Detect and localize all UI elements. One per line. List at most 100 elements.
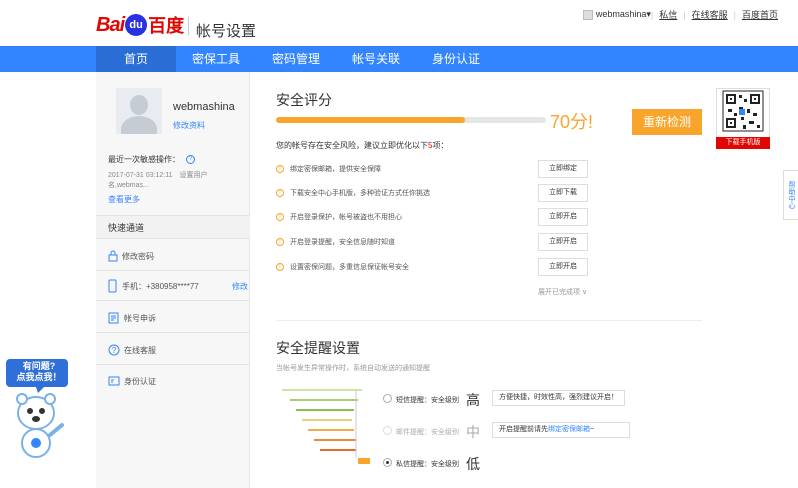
link-online-service[interactable]: 在线客服	[692, 8, 728, 21]
phone-icon	[108, 279, 117, 293]
quick-item-label: 身份认证	[124, 376, 156, 386]
risk-item: ! 设置密保问题，多重信息保证帐号安全	[276, 258, 409, 276]
message-alert-radio[interactable]	[383, 458, 392, 467]
mascot-bubble-line1: 有问题?	[22, 361, 56, 371]
message-alert-label: 私信提醒：安全级别	[396, 461, 459, 468]
sms-tip: 方便快捷，时效性高，强烈建议开启！	[492, 390, 625, 406]
tab-account-link[interactable]: 帐号关联	[336, 46, 416, 72]
help-icon[interactable]: ?	[186, 155, 195, 165]
last-op-heading: 最近一次敏感操作：?	[108, 154, 195, 165]
set-security-question-button[interactable]: 立即开启	[538, 258, 588, 276]
edit-profile-link[interactable]: 修改资料	[173, 120, 205, 131]
sms-alert-radio[interactable]	[383, 394, 392, 403]
email-tip: 开启提醒前请先绑定密保邮箱~	[492, 422, 630, 438]
risk-item: ! 开启登录保护，帐号被盗也不用担心	[276, 208, 402, 226]
alert-settings-title: 安全提醒设置	[276, 340, 360, 356]
download-app-qr-button[interactable]: 下载手机版	[716, 137, 770, 149]
tab-security-tools[interactable]: 密保工具	[176, 46, 256, 72]
link-messages[interactable]: 私信	[659, 8, 677, 21]
sidebar: webmashina 修改资料 最近一次敏感操作：? 2017-07-31 03…	[96, 72, 250, 488]
avatar-head-shape	[130, 95, 148, 115]
warning-icon: !	[276, 213, 284, 221]
security-progress-bar	[276, 117, 546, 123]
logo-paw-icon: du	[125, 14, 148, 36]
link-separator: |	[650, 9, 654, 20]
quick-item-label: 手机：+380958****77	[122, 281, 199, 291]
username-dropdown[interactable]: webmashina▾	[596, 9, 651, 20]
quick-item-appeal[interactable]: 帐号申诉	[108, 310, 156, 326]
recheck-button[interactable]: 重新检测	[632, 109, 702, 135]
baidu-logo[interactable]: Bai du 百度	[96, 12, 184, 38]
page-title: 帐号设置	[196, 23, 257, 40]
enable-login-protect-button[interactable]: 立即开启	[538, 208, 588, 226]
main-nav: 首页 密保工具 密码管理 帐号关联 身份认证	[0, 46, 798, 72]
view-more-link[interactable]: 查看更多	[108, 194, 140, 205]
security-score-value: 70分!	[550, 112, 594, 132]
change-phone-link[interactable]: 修改	[232, 281, 248, 292]
email-alert-radio[interactable]	[383, 426, 392, 435]
quick-item-phone: 手机：+380958****77 修改	[108, 278, 248, 294]
alert-level-graphic	[282, 389, 370, 464]
bind-email-link[interactable]: 绑定密保邮箱	[548, 426, 590, 433]
sidebar-username: webmashina	[173, 101, 235, 113]
quick-item-identity[interactable]: 身份认证	[108, 373, 156, 389]
risk-hint: 您的帐号存在安全风险，建议立即优化以下5项：	[276, 140, 448, 151]
risk-item: ! 开启登录提醒，安全信息随时知道	[276, 233, 395, 251]
risk-hint-suffix: 项：	[432, 141, 449, 150]
warning-icon: !	[276, 238, 284, 246]
risk-text: 设置密保问题，多重信息保证帐号安全	[290, 264, 409, 271]
tab-identity[interactable]: 身份认证	[416, 46, 496, 72]
last-op-value: 2017-07-31 03:12:11 设置用户名,webmas...	[108, 172, 208, 189]
risk-item: ! 绑定密保邮箱，提供安全保障	[276, 160, 381, 178]
bind-email-button[interactable]: 立即绑定	[538, 160, 588, 178]
risk-item: ! 下载安全中心手机版，多种验证方式任你挑选	[276, 184, 430, 202]
security-progress-fill	[276, 117, 465, 123]
link-separator: |	[733, 9, 736, 20]
sms-alert-label: 短信提醒：安全级别	[396, 397, 459, 404]
logo-bai-text: Bai	[96, 13, 125, 36]
lock-icon	[108, 250, 118, 262]
avatar-body-shape	[121, 116, 157, 134]
download-app-button[interactable]: 立即下载	[538, 184, 588, 202]
quick-item-change-password[interactable]: 修改密码	[108, 248, 154, 264]
help-center-tab[interactable]: 帮助中心	[783, 170, 798, 220]
expand-completed-link[interactable]: 展开已完成项 ∨	[538, 287, 587, 297]
qr-code-image	[722, 90, 764, 132]
link-separator: |	[683, 9, 686, 20]
top-bar: Bai du 百度 帐号设置 webmashina▾ | 私信 | 在线客服 |…	[0, 0, 798, 46]
warning-icon: !	[276, 189, 284, 197]
email-alert-label: 邮件提醒：安全级别	[396, 429, 459, 436]
question-icon: ?	[108, 344, 120, 356]
mascot-bubble-line2: 点我点我！	[16, 372, 62, 382]
risk-text: 开启登录提醒，安全信息随时知道	[290, 239, 395, 246]
section-divider	[276, 320, 702, 321]
alert-settings-subtitle: 当帐号发生异常操作时，系统自动发送的通知提醒	[276, 365, 430, 372]
quick-divider	[96, 364, 250, 365]
tab-password[interactable]: 密码管理	[256, 46, 336, 72]
logo-divider	[188, 17, 189, 35]
user-links: webmashina▾ | 私信 | 在线客服 | 百度首页	[582, 8, 784, 21]
email-level: 中	[466, 424, 480, 440]
tab-home[interactable]: 首页	[96, 46, 176, 72]
quick-item-online-service[interactable]: ? 在线客服	[108, 342, 156, 358]
email-tip-prefix: 开启提醒前请先	[499, 426, 548, 433]
header-username: webmashina	[595, 9, 647, 19]
enable-login-alert-button[interactable]: 立即开启	[538, 233, 588, 251]
quick-item-label: 在线客服	[124, 345, 156, 355]
warning-icon: !	[276, 165, 284, 173]
help-mascot[interactable]: 有问题? 点我点我！	[6, 355, 70, 465]
sms-level: 高	[466, 392, 480, 408]
quick-divider	[96, 300, 250, 301]
avatar[interactable]	[116, 88, 162, 134]
email-tip-suffix: ~	[590, 426, 595, 433]
link-baidu-home[interactable]: 百度首页	[742, 8, 778, 21]
risk-hint-prefix: 您的帐号存在安全风险，建议立即优化以下	[276, 141, 428, 150]
logo-cn-text: 百度	[148, 16, 185, 36]
quick-access-title: 快速通道	[96, 215, 250, 239]
quick-item-label: 修改密码	[122, 251, 154, 261]
message-level: 低	[466, 456, 480, 472]
id-card-icon	[108, 376, 120, 386]
risk-text: 开启登录保护，帐号被盗也不用担心	[290, 214, 402, 221]
quick-divider	[96, 270, 250, 271]
last-op-label: 最近一次敏感操作：	[108, 155, 180, 164]
